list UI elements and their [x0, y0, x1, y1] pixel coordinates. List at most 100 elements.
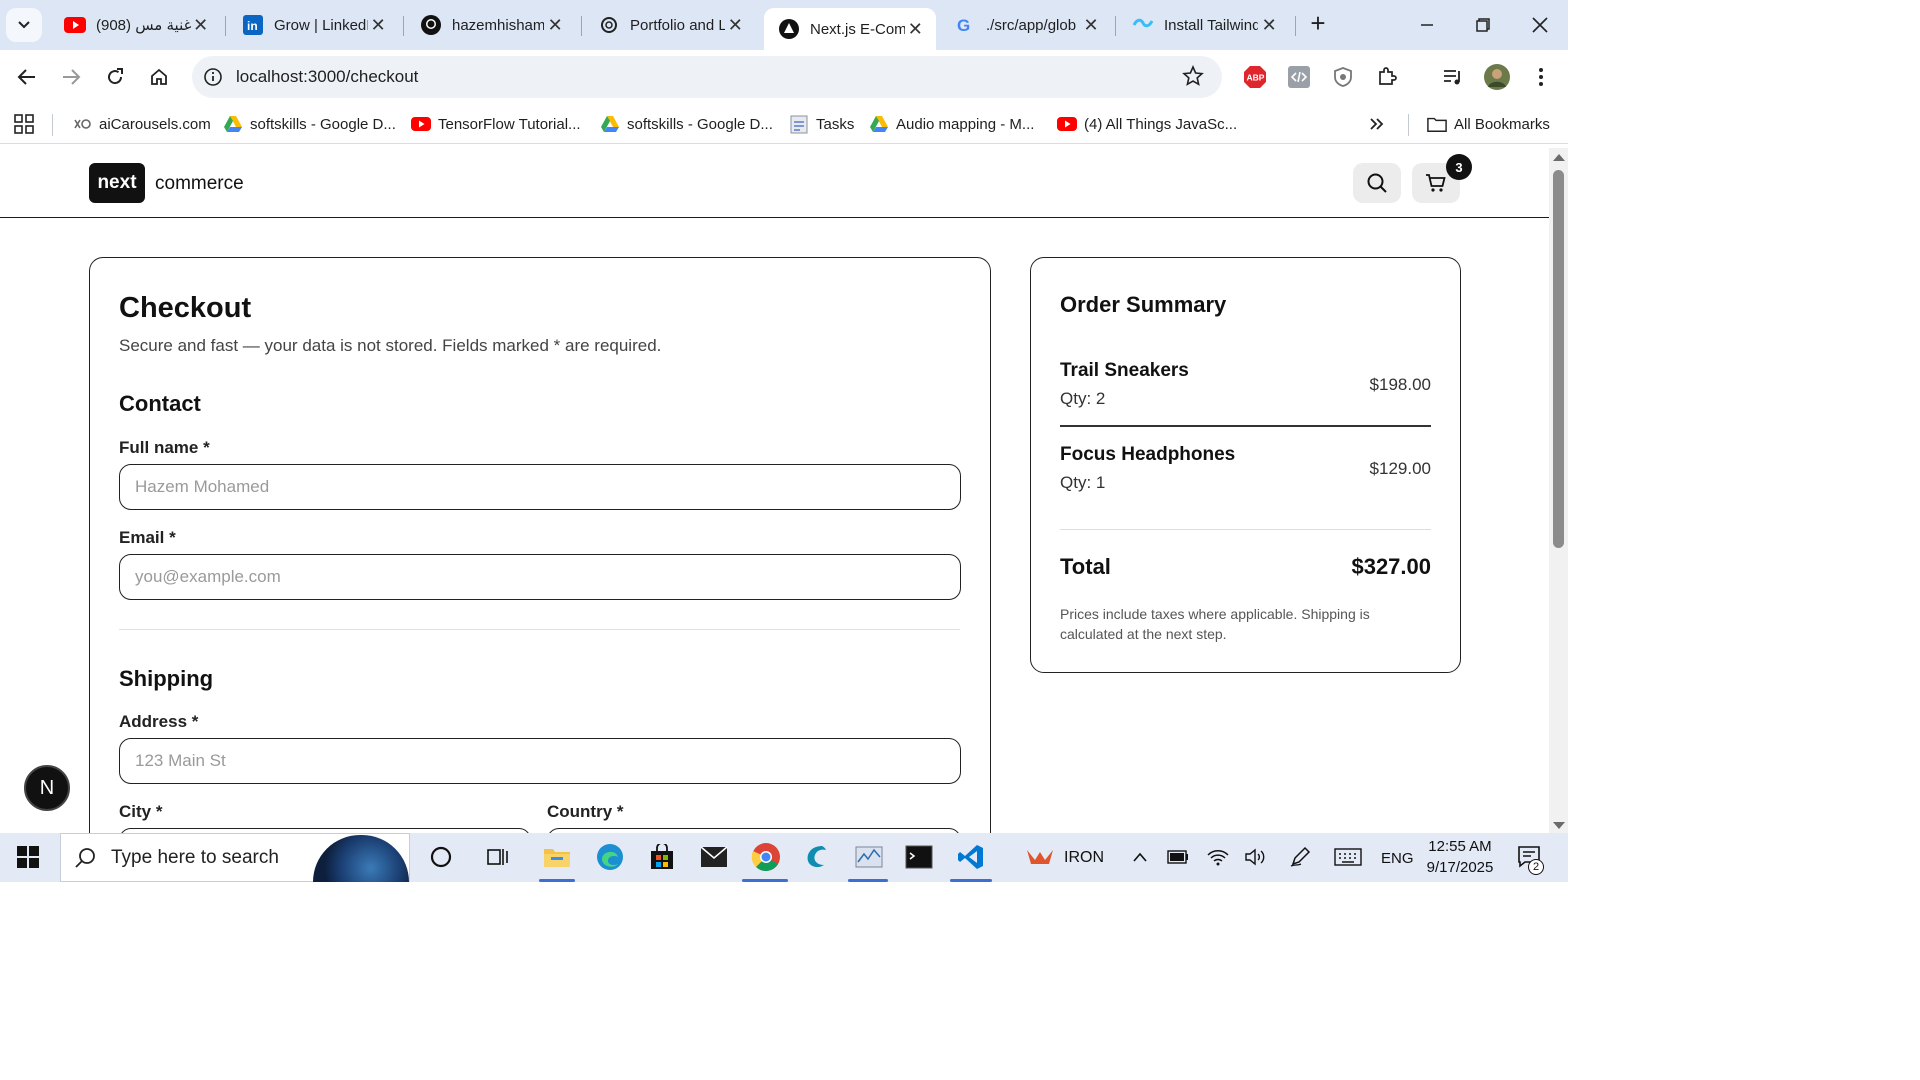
home-button[interactable] [145, 63, 173, 91]
mail-icon [700, 846, 728, 867]
tab-github[interactable]: hazemhisham ✕ [406, 8, 576, 42]
tab-tailwind[interactable]: Install Tailwind ✕ [1118, 8, 1290, 42]
tab-nextjs-active[interactable]: Next.js E-Com ✕ [764, 8, 936, 50]
page-scrollbar[interactable] [1549, 148, 1568, 833]
bookmark-softskills-2[interactable]: softskills - Google D... [600, 112, 773, 136]
all-bookmarks-folder[interactable]: All Bookmarks [1427, 112, 1550, 136]
item-price: $198.00 [1369, 375, 1431, 394]
google-drive-icon [600, 115, 620, 133]
close-window-button[interactable] [1525, 10, 1555, 40]
clock-date: 9/17/2025 [1426, 859, 1494, 876]
reload-icon [108, 68, 123, 85]
volume-icon[interactable] [1237, 839, 1273, 875]
input-language[interactable]: ENG [1381, 850, 1414, 867]
site-info-icon[interactable] [200, 64, 226, 90]
new-tab-button[interactable]: + [1304, 10, 1332, 38]
chrome-button[interactable] [748, 839, 784, 875]
checkout-subtitle: Secure and fast — your data is not store… [119, 336, 662, 355]
file-explorer-button[interactable] [539, 839, 575, 875]
back-button[interactable] [13, 63, 41, 91]
forward-button[interactable] [57, 63, 85, 91]
search-button[interactable] [1353, 163, 1401, 203]
system-clock[interactable]: 12:55 AM 9/17/2025 [1414, 836, 1506, 878]
notification-count-badge: 2 [1528, 859, 1544, 875]
address-input[interactable] [119, 738, 961, 784]
bookmark-tensorflow[interactable]: TensorFlow Tutorial... [411, 112, 581, 136]
bookmark-star-icon[interactable] [1182, 64, 1204, 92]
adblock-extension-icon[interactable]: ABP [1242, 64, 1268, 90]
edge-browser-button[interactable] [592, 839, 628, 875]
network-monitor-button[interactable] [851, 839, 887, 875]
logo-text[interactable]: commerce [155, 173, 244, 195]
scroll-down-arrow-icon[interactable] [1553, 822, 1565, 829]
close-icon[interactable]: ✕ [1258, 14, 1280, 36]
bookmark-audio-mapping[interactable]: Audio mapping - M... [869, 112, 1034, 136]
openai-icon [598, 14, 620, 36]
fullname-label: Full name * [119, 438, 210, 457]
keyboard-icon[interactable] [1330, 839, 1366, 875]
iron-browser-icon[interactable] [1022, 839, 1058, 875]
bookmark-tasks[interactable]: Tasks [789, 112, 854, 136]
microsoft-store-button[interactable] [644, 839, 680, 875]
profile-avatar[interactable] [1484, 64, 1510, 90]
reload-button[interactable] [101, 63, 129, 91]
tab-chatgpt[interactable]: Portfolio and L ✕ [584, 8, 756, 42]
close-icon[interactable]: ✕ [191, 14, 210, 36]
vscode-button[interactable] [953, 839, 989, 875]
browser-menu-icon[interactable] [1528, 64, 1554, 90]
minimize-button[interactable] [1412, 10, 1442, 40]
nextjs-dev-tools-button[interactable]: N [24, 765, 70, 811]
close-icon[interactable]: ✕ [725, 14, 747, 36]
restore-button[interactable] [1468, 10, 1498, 40]
network-chart-icon [855, 846, 883, 868]
store-bag-icon [651, 844, 673, 869]
tray-chevron-up-icon[interactable] [1122, 839, 1158, 875]
tab-title: Portfolio and L [630, 16, 725, 34]
wave-app-button[interactable] [798, 839, 834, 875]
edge-icon [597, 844, 623, 870]
city-label: City * [119, 802, 163, 821]
tab-google[interactable]: G ./src/app/glob ✕ [940, 8, 1112, 42]
scroll-up-arrow-icon[interactable] [1553, 154, 1565, 161]
aicarousels-icon [72, 115, 92, 133]
wifi-icon[interactable] [1200, 839, 1236, 875]
shield-extension-icon[interactable] [1330, 64, 1356, 90]
close-icon[interactable]: ✕ [905, 18, 927, 40]
mail-app-button[interactable] [696, 839, 732, 875]
url-text[interactable]: localhost:3000/checkout [236, 67, 418, 87]
battery-icon[interactable] [1160, 839, 1196, 875]
tab-youtube[interactable]: (908) اغنية مس... ✕ [50, 8, 220, 42]
tab-search-button[interactable] [6, 8, 42, 42]
apps-grid-icon[interactable] [14, 112, 34, 136]
cortana-button[interactable] [423, 839, 459, 875]
media-controls-icon[interactable] [1440, 64, 1466, 90]
task-view-button[interactable] [481, 839, 517, 875]
minimize-icon [1421, 24, 1433, 26]
terminal-button[interactable] [901, 839, 937, 875]
tailwind-icon [1132, 14, 1154, 36]
restore-icon [1476, 18, 1490, 32]
bookmark-aicarousels[interactable]: aiCarousels.com [72, 112, 211, 136]
close-icon[interactable]: ✕ [544, 14, 566, 36]
address-bar[interactable]: localhost:3000/checkout [192, 56, 1222, 98]
extensions-puzzle-icon[interactable] [1374, 64, 1400, 90]
fullname-input[interactable] [119, 464, 961, 510]
more-bookmarks-chevron-icon[interactable] [1368, 112, 1386, 136]
pen-icon[interactable] [1282, 839, 1318, 875]
close-icon[interactable]: ✕ [1080, 14, 1102, 36]
item-name: Trail Sneakers [1060, 360, 1189, 381]
scrollbar-thumb[interactable] [1553, 170, 1564, 548]
tasks-icon [789, 115, 809, 134]
logo[interactable]: next [89, 163, 145, 203]
tab-linkedin[interactable]: in Grow | LinkedIn ✕ [228, 8, 398, 42]
code-extension-icon[interactable] [1286, 64, 1312, 90]
email-input[interactable] [119, 554, 961, 600]
start-button[interactable] [10, 839, 46, 875]
bookmark-all-things-js[interactable]: (4) All Things JavaSc... [1057, 112, 1237, 136]
clock-time: 12:55 AM [1428, 838, 1492, 855]
linkedin-icon: in [242, 14, 264, 36]
bookmarks-bar: aiCarousels.com softskills - Google D...… [0, 104, 1568, 144]
chrome-icon [751, 843, 780, 872]
bookmark-softskills-1[interactable]: softskills - Google D... [223, 112, 396, 136]
close-icon[interactable]: ✕ [368, 14, 388, 36]
